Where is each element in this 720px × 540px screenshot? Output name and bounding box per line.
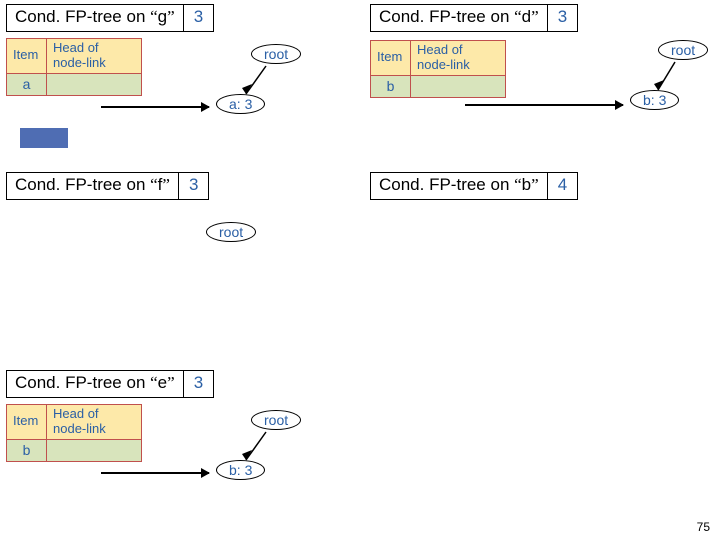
quote-open: “ (150, 175, 158, 194)
quote-close: ” (531, 175, 539, 194)
panel-g-title: Cond. FP-tree on “g” (6, 4, 184, 32)
quote-open: “ (514, 7, 522, 26)
panel-g-header-table: Item Head of node-link a (6, 38, 142, 96)
th-head-nodelink: Head of node-link (47, 405, 142, 440)
panel-d: Cond. FP-tree on “d” 3 Item Head of node… (370, 4, 720, 98)
nodelink-arrow (101, 106, 209, 108)
root-node: root (251, 44, 301, 64)
quote-close: ” (162, 175, 170, 194)
quote-close: ” (167, 7, 175, 26)
panel-f: Cond. FP-tree on “f” 3 root (6, 172, 326, 200)
row-item: b (371, 75, 411, 97)
panel-b-count: 4 (548, 172, 578, 200)
panel-d-count: 3 (548, 4, 578, 32)
title-text: Cond. FP-tree on (379, 175, 514, 194)
panel-e: Cond. FP-tree on “e” 3 Item Head of node… (6, 370, 346, 462)
title-letter: b (522, 175, 531, 194)
title-letter: e (158, 373, 167, 392)
panel-f-title: Cond. FP-tree on “f” (6, 172, 179, 200)
panel-f-title-row: Cond. FP-tree on “f” 3 (6, 172, 326, 200)
panel-e-header-table: Item Head of node-link b (6, 404, 142, 462)
tree-node: a: 3 (216, 94, 265, 114)
root-node: root (206, 222, 256, 242)
panel-d-title: Cond. FP-tree on “d” (370, 4, 548, 32)
th-head-text: Head of node-link (417, 42, 470, 72)
panel-b: Cond. FP-tree on “b” 4 (370, 172, 690, 200)
row-link (47, 73, 142, 95)
nodelink-arrow (101, 472, 209, 474)
page-number: 75 (697, 520, 710, 534)
tree-node: b: 3 (216, 460, 265, 480)
th-head-nodelink: Head of node-link (411, 41, 506, 76)
panel-b-title-row: Cond. FP-tree on “b” 4 (370, 172, 690, 200)
quote-open: “ (150, 373, 158, 392)
row-link (411, 75, 506, 97)
panel-g-count: 3 (184, 4, 214, 32)
title-letter: d (522, 7, 531, 26)
panel-d-header-table: Item Head of node-link b (370, 40, 506, 98)
root-node: root (251, 410, 301, 430)
panel-b-title: Cond. FP-tree on “b” (370, 172, 548, 200)
th-item: Item (7, 39, 47, 74)
th-head-text: Head of node-link (53, 40, 106, 70)
th-item: Item (7, 405, 47, 440)
quote-open: “ (514, 175, 522, 194)
title-text: Cond. FP-tree on (15, 7, 150, 26)
row-item: b (7, 439, 47, 461)
panel-g-title-row: Cond. FP-tree on “g” 3 (6, 4, 346, 32)
panel-g: Cond. FP-tree on “g” 3 Item Head of node… (6, 4, 346, 96)
quote-close: ” (167, 373, 175, 392)
panel-e-title-row: Cond. FP-tree on “e” 3 (6, 370, 346, 398)
panel-e-count: 3 (184, 370, 214, 398)
quote-close: ” (531, 7, 539, 26)
title-text: Cond. FP-tree on (15, 373, 150, 392)
th-head-nodelink: Head of node-link (47, 39, 142, 74)
panel-d-title-row: Cond. FP-tree on “d” 3 (370, 4, 720, 32)
title-text: Cond. FP-tree on (15, 175, 150, 194)
row-link (47, 439, 142, 461)
tree-node: b: 3 (630, 90, 679, 110)
row-item: a (7, 73, 47, 95)
th-head-text: Head of node-link (53, 406, 106, 436)
decorative-bar (20, 128, 68, 148)
root-node: root (658, 40, 708, 60)
nodelink-arrow (465, 104, 623, 106)
title-text: Cond. FP-tree on (379, 7, 514, 26)
th-item: Item (371, 41, 411, 76)
panel-e-title: Cond. FP-tree on “e” (6, 370, 184, 398)
quote-open: “ (150, 7, 158, 26)
panel-f-count: 3 (179, 172, 209, 200)
title-letter: g (158, 7, 167, 26)
